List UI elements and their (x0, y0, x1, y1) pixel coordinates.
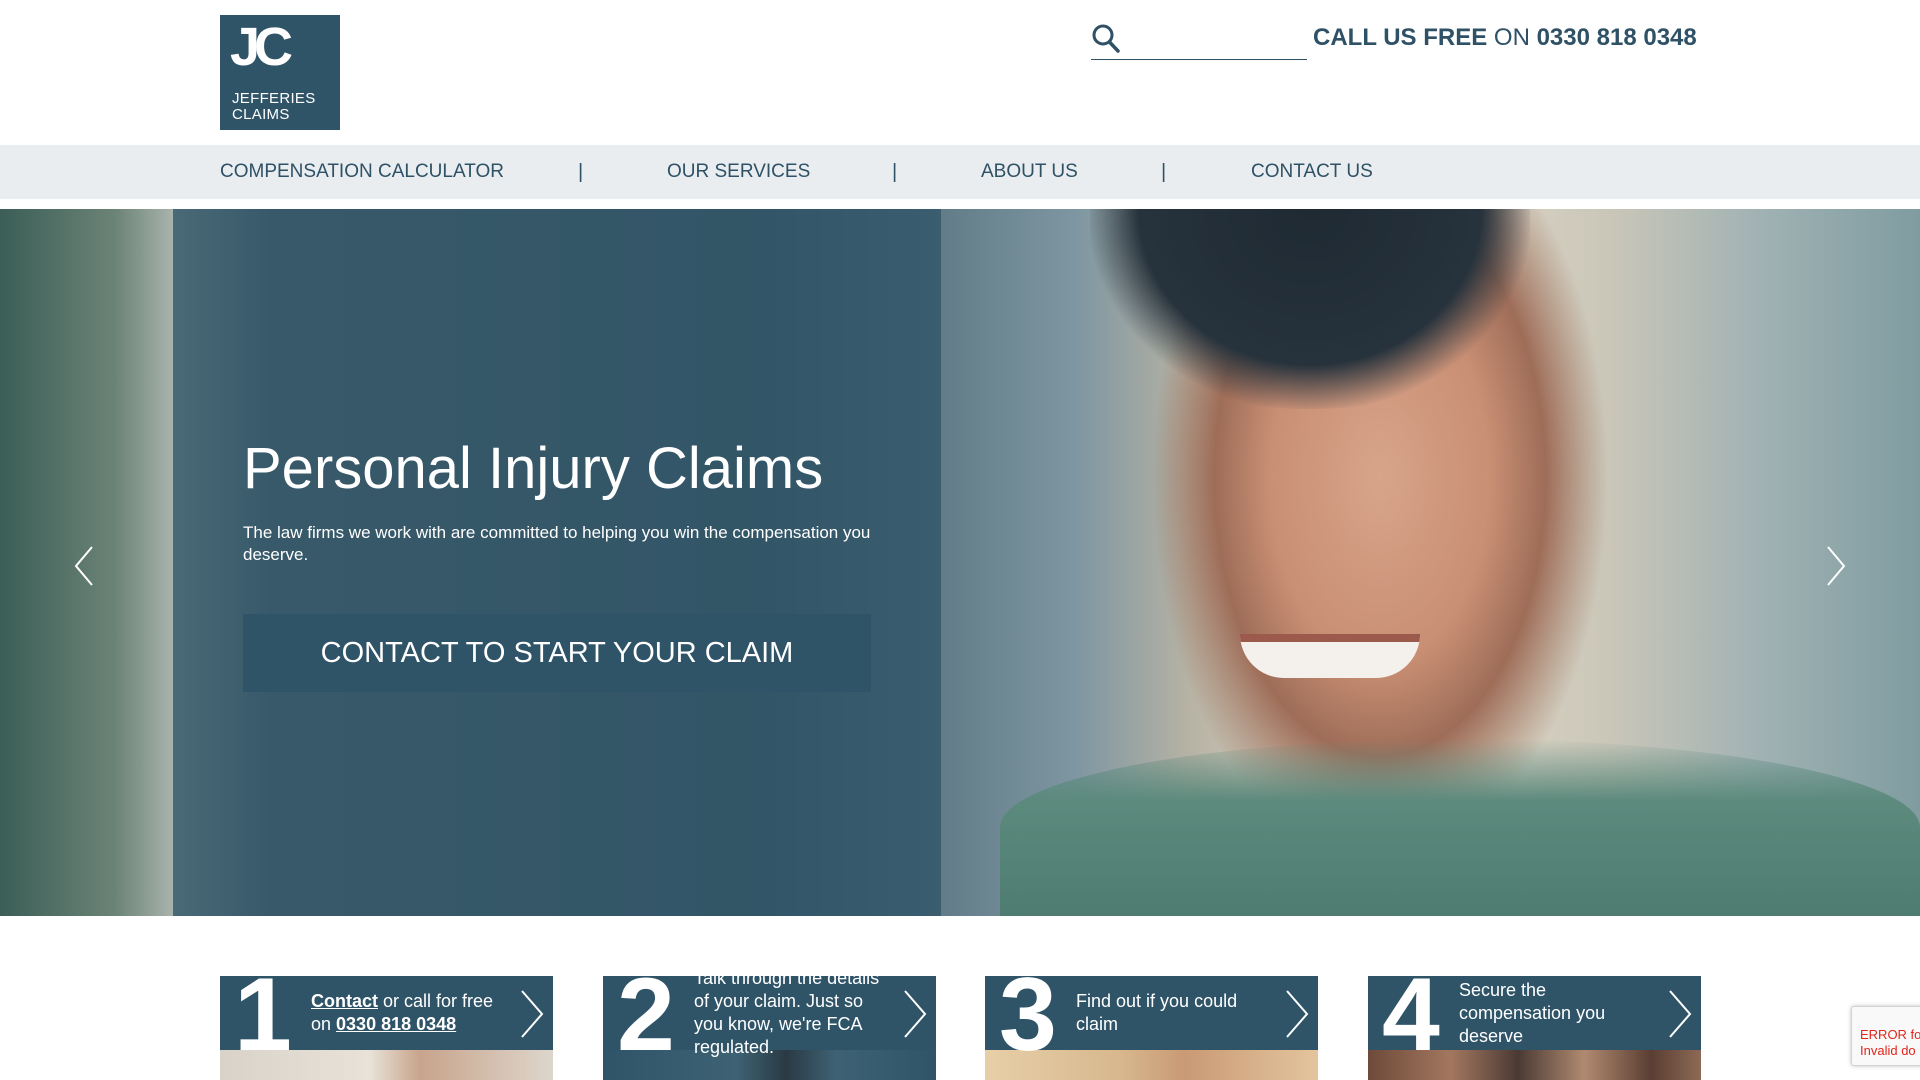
hero-subtitle: The law firms we work with are committed… (243, 523, 871, 564)
nav-about-us[interactable]: ABOUT US (981, 145, 1078, 199)
step-card-3[interactable]: 3 Find out if you could claim (985, 976, 1318, 1080)
hero-photo-smile (1240, 634, 1420, 678)
hero-title: Personal Injury Claims (243, 436, 824, 501)
start-claim-button[interactable]: CONTACT TO START YOUR CLAIM (243, 614, 871, 692)
logo-wordmark: JEFFERIES CLAIMS (232, 91, 316, 123)
search-icon[interactable] (1091, 23, 1121, 55)
chevron-right-icon (904, 990, 927, 1038)
step-phone-link[interactable]: 0330 818 0348 (336, 1014, 456, 1034)
step-card-2[interactable]: 2 Talk through the details of your claim… (603, 976, 936, 1080)
chevron-left-icon (74, 546, 93, 586)
call-us-free-label: CALL US FREE (1313, 24, 1488, 51)
chevron-right-icon (1827, 546, 1846, 586)
main-nav: COMPENSATION CALCULATOR | OUR SERVICES |… (0, 145, 1920, 199)
carousel-prev-arrow[interactable] (70, 543, 100, 589)
call-us-on: ON (1493, 24, 1530, 51)
site-header: JC JEFFERIES CLAIMS CALL US FREE ON 0330… (0, 0, 1920, 145)
step-text: Secure the compensation you deserve (1459, 979, 1606, 1046)
recaptcha-error-line-2: Invalid do (1860, 1043, 1916, 1058)
step-text: Contact or call for free on 0330 818 034… (311, 976, 511, 1050)
step-card-4[interactable]: 4 Secure the compensation you deserve (1368, 976, 1701, 1080)
step-contact-link[interactable]: Contact (311, 991, 378, 1011)
step-number: 2 (617, 976, 675, 1073)
step-card-1[interactable]: 1 Contact or call for free on 0330 818 0… (220, 976, 553, 1080)
hero-carousel: Personal Injury Claims The law firms we … (0, 209, 1920, 916)
step-number: 3 (999, 976, 1057, 1073)
hero-photo-shirt (1000, 739, 1920, 916)
logo-line-1: JEFFERIES (232, 90, 316, 107)
nav-compensation-calculator[interactable]: COMPENSATION CALCULATOR (220, 145, 504, 199)
header-phone-number[interactable]: 0330 818 0348 (1537, 24, 1697, 51)
call-us-free[interactable]: CALL US FREE ON 0330 818 0348 (1313, 24, 1697, 52)
nav-our-services[interactable]: OUR SERVICES (667, 145, 810, 199)
carousel-next-arrow[interactable] (1820, 543, 1850, 589)
step-text: Talk through the details of your claim. … (694, 976, 880, 1057)
step-number: 1 (234, 976, 292, 1073)
step-number: 4 (1382, 976, 1440, 1073)
chevron-right-icon (521, 990, 544, 1038)
recaptcha-error-badge[interactable]: ERROR fo Invalid do (1851, 1006, 1920, 1066)
nav-separator: | (892, 161, 898, 183)
chevron-right-icon (1669, 990, 1692, 1038)
step-text: Find out if you could claim (1076, 991, 1238, 1034)
chevron-right-icon (1286, 990, 1309, 1038)
nav-contact-us[interactable]: CONTACT US (1251, 145, 1373, 199)
site-logo[interactable]: JC JEFFERIES CLAIMS (220, 15, 340, 130)
logo-line-2: CLAIMS (232, 106, 290, 123)
search-box (1091, 20, 1307, 60)
nav-separator: | (578, 161, 584, 183)
logo-monogram: JC (230, 17, 293, 77)
search-input[interactable] (1131, 24, 1303, 54)
hero-photo-hair (1090, 209, 1530, 409)
recaptcha-error-line-1: ERROR fo (1860, 1027, 1920, 1042)
nav-separator: | (1161, 161, 1167, 183)
